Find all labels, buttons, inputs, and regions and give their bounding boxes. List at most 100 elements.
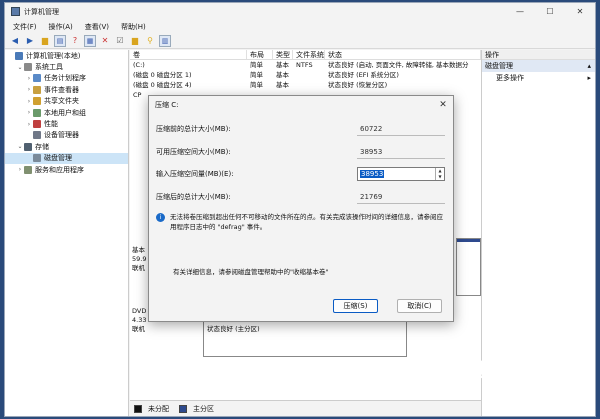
app-icon xyxy=(11,7,20,16)
disk-0-partition-strip[interactable] xyxy=(456,238,481,296)
volume-table-body: (C:) 简单 基本 NTFS 状态良好 (启动, 页面文件, 故障转储, 基本数据分(… xyxy=(130,60,481,100)
actions-header: 操作 xyxy=(482,50,595,60)
total-size-before-value: 60722 xyxy=(357,122,445,136)
table-cell: 简单 xyxy=(250,81,263,89)
view-icon[interactable]: ▥ xyxy=(159,34,171,47)
column-header[interactable]: 状态 xyxy=(325,50,481,59)
help-icon[interactable]: ? xyxy=(69,35,81,47)
expand-toggle-icon[interactable]: › xyxy=(25,121,33,128)
watermark-brand: 硬件之家 xyxy=(468,357,552,382)
delete-icon[interactable]: ✕ xyxy=(99,35,111,47)
column-header[interactable]: 布局 xyxy=(247,50,273,59)
table-cell: 基本 xyxy=(276,61,289,69)
more-actions[interactable]: 更多操作 ▸ xyxy=(482,72,595,84)
up-folder-icon[interactable]: ▆ xyxy=(39,35,51,47)
back-arrow-icon[interactable]: ◀ xyxy=(9,35,21,47)
info-icon: i xyxy=(156,213,165,222)
table-cell: 简单 xyxy=(250,61,263,69)
device-manager-icon xyxy=(33,131,41,140)
search-disk-icon[interactable]: ⚲ xyxy=(144,35,156,47)
tree-item[interactable]: ⌄ 系统工具 xyxy=(5,61,128,72)
more-info-text: 有关详细信息，请参阅磁盘管理帮助中的"收缩基本卷" xyxy=(173,268,329,276)
close-icon[interactable]: ✕ xyxy=(565,3,595,20)
table-cell: (磁盘 0 磁盘分区 4) xyxy=(133,81,192,89)
menu-item-2[interactable]: 查看(V) xyxy=(79,22,115,32)
table-row[interactable]: (磁盘 0 磁盘分区 4) 简单 基本 状态良好 (恢复分区) xyxy=(130,80,481,90)
tree-item[interactable]: › 服务和应用程序 xyxy=(5,164,128,175)
tree-item-label: 服务和应用程序 xyxy=(35,165,84,174)
tree-item-label: 事件查看器 xyxy=(44,85,79,94)
show-tree-icon[interactable]: ▤ xyxy=(54,34,66,47)
volume-table-header: 卷布局 类型 文件系统 状态 xyxy=(130,50,481,60)
system-tools-icon xyxy=(24,63,32,72)
table-cell xyxy=(293,70,325,80)
legend-primary: 主分区 xyxy=(193,404,214,413)
table-cell: 基本 xyxy=(276,71,289,79)
table-cell: NTFS xyxy=(296,61,313,69)
expand-toggle-icon[interactable]: ⌄ xyxy=(16,143,24,150)
tree-item[interactable]: › 共享文件夹 xyxy=(5,96,128,107)
expand-toggle-icon[interactable]: › xyxy=(25,75,33,82)
maximize-icon[interactable]: ☐ xyxy=(535,3,565,20)
menu-item-0[interactable]: 文件(F) xyxy=(7,22,43,32)
spin-down-icon[interactable]: ▼ xyxy=(436,174,444,180)
menu-bar: 文件(F) 操作(A) 查看(V) 帮助(H) xyxy=(5,20,595,33)
column-header[interactable]: 卷 xyxy=(130,50,247,59)
task-scheduler-icon xyxy=(33,74,41,83)
tree-item[interactable]: › 任务计划程序 xyxy=(5,73,128,84)
actions-section-disk-management[interactable]: 磁盘管理 ▴ xyxy=(482,60,595,72)
properties-icon[interactable]: ▦ xyxy=(84,34,96,47)
table-cell: 状态良好 (启动, 页面文件, 故障转储, 基本数据分 xyxy=(328,61,469,69)
computer-management-icon xyxy=(15,51,23,60)
table-cell: 基本 xyxy=(276,81,289,89)
tree-item[interactable]: 计算机管理(本地) xyxy=(5,50,128,61)
total-size-after-value: 21769 xyxy=(357,190,445,204)
tree-item[interactable]: › 事件查看器 xyxy=(5,84,128,95)
table-row[interactable]: (C:) 简单 基本 NTFS 状态良好 (启动, 页面文件, 故障转储, 基本数据分 xyxy=(130,60,481,70)
tree-item[interactable]: 磁盘管理 xyxy=(5,152,128,164)
tree-item[interactable]: 设备管理器 xyxy=(5,130,128,141)
column-header[interactable]: 类型 xyxy=(273,50,293,59)
performance-icon xyxy=(33,120,41,129)
cancel-button[interactable]: 取消(C) xyxy=(397,299,442,313)
table-cell xyxy=(293,80,325,90)
expand-toggle-icon[interactable]: › xyxy=(16,166,24,173)
available-shrink-row: 可用压缩空间大小(MB): 38953 xyxy=(156,145,445,159)
unallocated-swatch xyxy=(134,404,142,413)
dialog-close-icon[interactable]: ✕ xyxy=(433,100,453,110)
tree-item-label: 共享文件夹 xyxy=(44,97,79,106)
column-header[interactable]: 文件系统 xyxy=(293,50,325,59)
navigation-tree: 计算机管理(本地) ⌄ 系统工具 › 任务计划程序 › 事件查看器 › 共享文件夹 › 本地用户和组… xyxy=(5,50,129,416)
expand-toggle-icon[interactable]: › xyxy=(25,98,33,105)
chevron-right-icon: ▸ xyxy=(587,74,591,82)
tree-item[interactable]: › 性能 xyxy=(5,118,128,129)
total-size-before-row: 压缩前的总计大小(MB): 60722 xyxy=(156,122,445,136)
brand-logo-icon xyxy=(422,350,462,394)
legend: 未分配 主分区 xyxy=(130,400,481,416)
shrink-amount-input[interactable]: 38953 xyxy=(358,168,435,180)
tree-item-label: 本地用户和组 xyxy=(44,108,86,117)
toolbar: ◀ ▶ ▆ ▤ ? ▦ ✕ ☑ ▆ ⚲ ▥ xyxy=(5,33,595,49)
users-icon xyxy=(33,108,41,117)
menu-item-1[interactable]: 操作(A) xyxy=(43,22,79,32)
expand-toggle-icon[interactable]: › xyxy=(25,86,33,93)
expand-toggle-icon[interactable]: › xyxy=(25,109,33,116)
menu-item-3[interactable]: 帮助(H) xyxy=(115,22,152,32)
table-row[interactable]: (磁盘 0 磁盘分区 1) 简单 基本 状态良好 (EFI 系统分区) xyxy=(130,70,481,80)
tree-item-label: 性能 xyxy=(44,120,58,129)
shrink-amount-stepper[interactable]: 38953 ▲ ▼ xyxy=(357,167,445,181)
expand-toggle-icon[interactable]: ⌄ xyxy=(16,64,24,71)
tree-item-label: 任务计划程序 xyxy=(44,74,86,83)
shrink-button[interactable]: 压缩(S) xyxy=(333,299,378,313)
tree-item-label: 系统工具 xyxy=(35,63,63,72)
tree-item[interactable]: › 本地用户和组 xyxy=(5,107,128,118)
disk-management-icon xyxy=(33,154,41,163)
tree-item[interactable]: ⌄ 存储 xyxy=(5,141,128,152)
forward-arrow-icon[interactable]: ▶ xyxy=(24,35,36,47)
dialog-title-bar: 压缩 C: ✕ xyxy=(149,96,453,113)
check-icon[interactable]: ☑ xyxy=(114,35,126,47)
event-viewer-icon xyxy=(33,85,41,94)
open-folder-icon[interactable]: ▆ xyxy=(129,35,141,47)
primary-swatch xyxy=(179,404,187,413)
minimize-icon[interactable]: — xyxy=(505,3,535,20)
